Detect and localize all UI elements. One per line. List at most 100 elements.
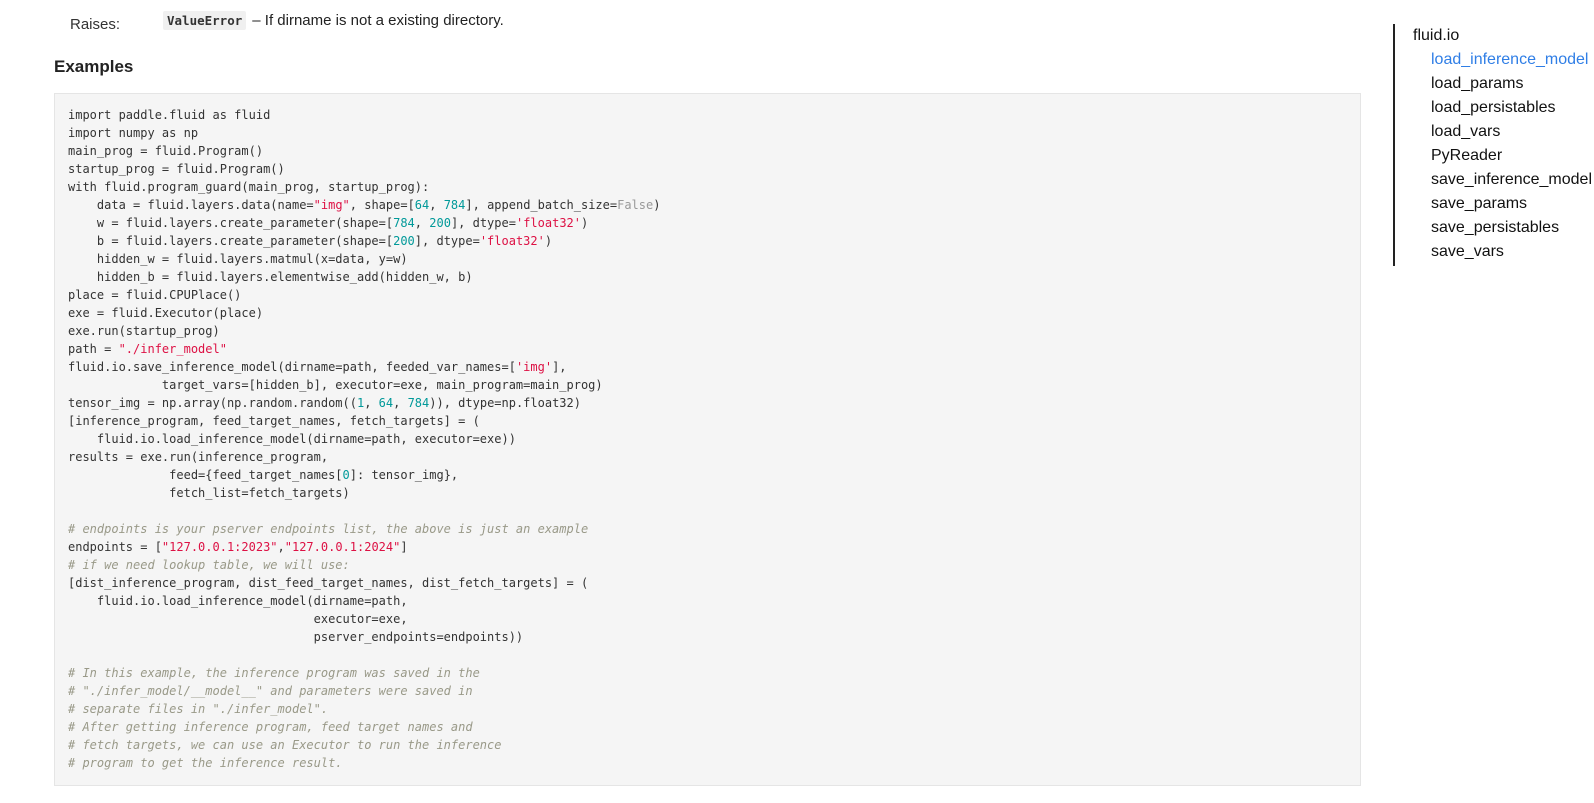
code-token: fetch_list=fetch_targets) [68, 486, 350, 500]
code-line: feed={feed_target_names[0]: tensor_img}, [68, 466, 1347, 484]
code-token: 784 [393, 216, 415, 230]
toc-link-load-persistables[interactable]: load_persistables [1431, 99, 1556, 116]
code-token: ) [544, 234, 553, 248]
exception-name: ValueError [163, 10, 247, 30]
code-line: with fluid.program_guard(main_prog, star… [68, 178, 1347, 196]
code-token: main_prog = fluid.Program() [68, 144, 264, 158]
code-line: pserver_endpoints=endpoints)) [68, 628, 1347, 646]
code-token: ], append_batch_size= [465, 198, 618, 212]
code-token: import numpy as np [68, 126, 199, 140]
code-token: 200 [429, 216, 451, 230]
code-token: 64 [378, 396, 394, 410]
code-block: import paddle.fluid as fluid import numpy… [54, 93, 1361, 786]
toc-item: PyReader [1431, 144, 1594, 168]
code-token: tensor_img = np.array(np.random.random(( [68, 396, 357, 410]
code-token: feed={feed_target_names[ [68, 468, 343, 482]
code-token: 'float32' [479, 234, 545, 248]
code-token: 'float32' [515, 216, 581, 230]
code-line: startup_prog = fluid.Program() [68, 160, 1347, 178]
code-comment: # fetch targets, we can use an Executor … [68, 738, 502, 752]
code-token: startup_prog = fluid.Program() [68, 162, 285, 176]
code-token: target_vars=[hidden_b], executor=exe, ma… [68, 378, 603, 392]
code-token: , [414, 216, 430, 230]
code-listing: import paddle.fluid as fluid import numpy… [68, 106, 1347, 772]
code-token: b = fluid.layers.create_parameter(shape=… [68, 234, 394, 248]
code-comment: # After getting inference program, feed … [68, 720, 473, 734]
code-token: ) [581, 216, 589, 230]
code-line: # "./infer_model/__model__" and paramete… [68, 682, 1347, 700]
toc-link-save-params[interactable]: save_params [1431, 195, 1527, 212]
code-line: main_prog = fluid.Program() [68, 142, 1347, 160]
code-line: fluid.io.load_inference_model(dirname=pa… [68, 592, 1347, 610]
code-token: fluid.io.load_inference_model(dirname=pa… [68, 594, 408, 608]
code-line: # After getting inference program, feed … [68, 718, 1347, 736]
code-token: "img" [313, 198, 350, 212]
toc-item: load_vars [1431, 120, 1594, 144]
toc-link-load-params[interactable]: load_params [1431, 75, 1524, 92]
toc-item: load_inference_model [1431, 48, 1594, 72]
code-token: "127.0.0.1:2023" [161, 540, 278, 554]
code-comment: # endpoints is your pserver endpoints li… [68, 522, 589, 536]
toc-item: save_params [1431, 192, 1594, 216]
code-line: fluid.io.save_inference_model(dirname=pa… [68, 358, 1347, 376]
toc-link-load-inference-model[interactable]: load_inference_model [1431, 51, 1588, 68]
toc-item: save_persistables [1431, 216, 1594, 240]
code-line: target_vars=[hidden_b], executor=exe, ma… [68, 376, 1347, 394]
toc-link-load-vars[interactable]: load_vars [1431, 123, 1500, 140]
code-token: ] [400, 540, 408, 554]
toc-link-save-vars[interactable]: save_vars [1431, 243, 1504, 260]
code-line: # fetch targets, we can use an Executor … [68, 736, 1347, 754]
code-token: hidden_w = fluid.layers.matmul(x=data, y… [68, 252, 408, 266]
toc-list: load_inference_model load_params load_pers… [1413, 48, 1594, 264]
code-line: import numpy as np [68, 124, 1347, 142]
code-line: exe = fluid.Executor(place) [68, 304, 1347, 322]
toc-root-link[interactable]: fluid.io [1413, 24, 1594, 48]
code-line: hidden_b = fluid.layers.elementwise_add(… [68, 268, 1347, 286]
code-token: hidden_b = fluid.layers.elementwise_add(… [68, 270, 473, 284]
code-token: False [617, 198, 654, 212]
code-token: ], dtype= [450, 216, 516, 230]
code-token: executor=exe, [68, 612, 408, 626]
code-token: , [393, 396, 408, 410]
code-token: place = fluid.CPUPlace() [68, 288, 242, 302]
code-token: , shape=[ [349, 198, 415, 212]
code-token: [dist_inference_program, dist_feed_targe… [68, 576, 589, 590]
code-line: [inference_program, feed_target_names, f… [68, 412, 1347, 430]
code-line: # if we need lookup table, we will use: [68, 556, 1347, 574]
code-line: fetch_list=fetch_targets) [68, 484, 1347, 502]
raises-row: Raises: ValueError – If dirname is not a… [70, 8, 504, 33]
code-token: fluid.io.load_inference_model(dirname=pa… [68, 432, 516, 446]
toc-link-save-persistables[interactable]: save_persistables [1431, 219, 1559, 236]
code-token: "./infer_model" [118, 342, 227, 356]
toc-item: save_inference_model [1431, 168, 1594, 192]
code-line: b = fluid.layers.create_parameter(shape=… [68, 232, 1347, 250]
code-comment: # separate files in "./infer_model". [68, 702, 329, 716]
code-token: , [429, 198, 444, 212]
code-token: "127.0.0.1:2024" [284, 540, 401, 554]
code-line: executor=exe, [68, 610, 1347, 628]
toc-link-pyreader[interactable]: PyReader [1431, 147, 1502, 164]
code-token: with fluid.program_guard(main_prog, star… [68, 180, 430, 194]
code-token: pserver_endpoints=endpoints)) [68, 630, 524, 644]
code-line: fluid.io.load_inference_model(dirname=pa… [68, 430, 1347, 448]
code-line: import paddle.fluid as fluid [68, 106, 1347, 124]
code-token: 'img' [515, 360, 553, 374]
code-token: 200 [393, 234, 415, 248]
code-token: ]: tensor_img}, [349, 468, 459, 482]
code-token: w = fluid.layers.create_parameter(shape=… [68, 216, 394, 230]
code-line: # endpoints is your pserver endpoints li… [68, 520, 1347, 538]
code-line: tensor_img = np.array(np.random.random((… [68, 394, 1347, 412]
toc-link-save-inference-model[interactable]: save_inference_model [1431, 171, 1592, 188]
toc-item: load_persistables [1431, 96, 1594, 120]
code-token: , [364, 396, 379, 410]
code-token: exe = fluid.Executor(place) [68, 306, 264, 320]
code-token: ) [653, 198, 661, 212]
code-line: [dist_inference_program, dist_feed_targe… [68, 574, 1347, 592]
toc-item: load_params [1431, 72, 1594, 96]
raises-description: – If dirname is not a existing directory… [252, 11, 504, 29]
code-line: # In this example, the inference program… [68, 664, 1347, 682]
table-of-contents: fluid.io load_inference_model load_params… [1393, 24, 1594, 266]
code-line: # program to get the inference result. [68, 754, 1347, 772]
